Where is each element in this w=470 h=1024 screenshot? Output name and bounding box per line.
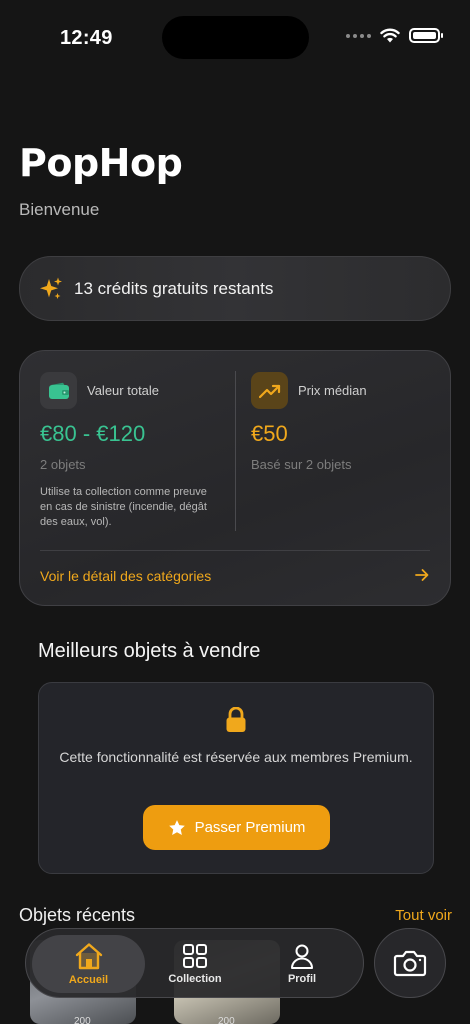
go-premium-label: Passer Premium — [194, 819, 306, 836]
trending-up-icon — [251, 372, 288, 409]
premium-message: Cette fonctionnalité est réservée aux me… — [59, 749, 413, 765]
category-detail-link[interactable]: Voir le détail des catégories — [40, 568, 211, 584]
total-value-count: 2 objets — [40, 457, 86, 472]
tab-profile[interactable]: Profil — [262, 929, 342, 999]
tab-collection[interactable]: Collection — [156, 929, 234, 999]
total-value-note: Utilise ta collection comme preuve en ca… — [40, 486, 207, 528]
app-logo: PopHop — [19, 141, 183, 185]
lock-icon — [226, 707, 246, 732]
stats-footer-divider — [40, 550, 430, 551]
collection-stats-card: Valeur totale €80 - €120 2 objets Utilis… — [19, 350, 451, 606]
credits-text: 13 crédits gratuits restants — [74, 278, 274, 298]
star-icon — [168, 819, 185, 835]
total-value-label: Valeur totale — [87, 383, 160, 398]
tab-profile-label: Profil — [287, 973, 317, 985]
camera-icon — [393, 950, 427, 977]
recent-item-caption: 200 — [74, 1016, 91, 1024]
camera-button[interactable] — [374, 928, 446, 998]
stats-divider — [235, 371, 236, 531]
total-value-amount: €80 - €120 — [40, 421, 146, 446]
wallet-icon — [40, 372, 77, 409]
go-premium-button[interactable]: Passer Premium — [143, 805, 330, 850]
signal-icon — [346, 33, 371, 38]
best-objects-title: Meilleurs objets à vendre — [38, 640, 261, 662]
median-price-label: Prix médian — [298, 383, 367, 398]
home-icon — [75, 943, 102, 970]
median-price-amount: €50 — [251, 421, 288, 446]
credits-banner[interactable]: 13 crédits gratuits restants — [19, 256, 451, 321]
battery-icon — [409, 28, 443, 43]
user-icon — [291, 944, 313, 969]
recent-item-caption: 200 — [218, 1016, 235, 1024]
dynamic-island — [162, 16, 309, 59]
tab-home-label: Accueil — [68, 974, 109, 986]
tab-home[interactable]: Accueil — [32, 929, 145, 999]
bottom-tab-bar: Accueil Collection Profil — [25, 928, 364, 998]
status-bar: 12:49 — [0, 0, 470, 78]
status-icons — [346, 28, 443, 43]
grid-icon — [183, 944, 207, 968]
status-time: 12:49 — [60, 27, 113, 49]
premium-locked-card: Cette fonctionnalité est réservée aux me… — [38, 682, 434, 874]
see-all-link[interactable]: Tout voir — [395, 907, 452, 924]
welcome-text: Bienvenue — [19, 200, 100, 219]
tab-collection-label: Collection — [168, 973, 222, 985]
recent-objects-title: Objets récents — [19, 905, 136, 925]
sparkles-icon — [40, 277, 62, 299]
wifi-icon — [380, 28, 400, 43]
arrow-right-icon[interactable] — [414, 567, 430, 583]
median-price-basis: Basé sur 2 objets — [251, 457, 352, 472]
